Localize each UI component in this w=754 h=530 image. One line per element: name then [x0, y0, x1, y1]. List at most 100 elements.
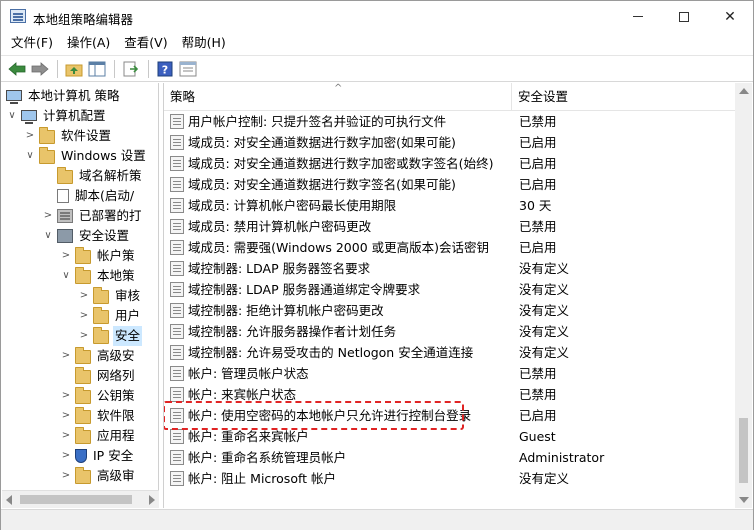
table-row[interactable]: 域控制器: LDAP 服务器通道绑定令牌要求 没有定义 [164, 279, 737, 300]
table-row[interactable]: 域成员: 禁用计算机帐户密码更改 已禁用 [164, 216, 737, 237]
up-folder-button[interactable] [63, 58, 85, 80]
status-bar [1, 509, 753, 530]
policy-icon [170, 450, 184, 465]
scroll-up-icon[interactable] [739, 88, 749, 94]
computer-icon [21, 109, 37, 124]
tree-item-security-options[interactable]: > 安全 [78, 326, 143, 346]
tree-item-user-rights[interactable]: > 用户 [78, 306, 142, 326]
folder-icon [57, 167, 73, 184]
tree-item-advanced-audit[interactable]: > 高级审 [60, 466, 137, 486]
tree-item-account-policies[interactable]: > 帐户策 [60, 246, 137, 266]
scrollbar-thumb[interactable] [739, 418, 748, 483]
console-tree[interactable]: 本地计算机 策略 ∨ 计算机配置 > 软件设置 ∨ Windows 设置 域名解… [2, 83, 159, 508]
table-row[interactable]: 帐户: 阻止 Microsoft 帐户 没有定义 [164, 468, 737, 489]
tree-item-software-settings[interactable]: > 软件设置 [24, 126, 113, 146]
table-row[interactable]: 帐户: 管理员帐户状态 已禁用 [164, 363, 737, 384]
menu-action[interactable]: 操作(A) [60, 32, 117, 54]
chevron-right-icon[interactable]: > [78, 306, 90, 326]
chevron-right-icon[interactable]: > [78, 286, 90, 306]
chevron-right-icon[interactable]: > [60, 466, 72, 486]
forward-button[interactable] [29, 58, 51, 80]
table-row[interactable]: 域成员: 对安全通道数据进行数字加密或数字签名(始终) 已启用 [164, 153, 737, 174]
close-button[interactable]: ✕ [707, 1, 753, 32]
tree-item-local-computer-policy[interactable]: 本地计算机 策略 [6, 86, 121, 106]
policy-setting: 30 天 [519, 198, 552, 213]
list-vertical-scrollbar[interactable] [735, 83, 752, 508]
tree-item-local-policies[interactable]: ∨ 本地策 [60, 266, 137, 286]
table-row[interactable]: 域成员: 对安全通道数据进行数字加密(如果可能) 已启用 [164, 132, 737, 153]
chevron-right-icon[interactable]: > [60, 406, 72, 426]
policy-setting: 已启用 [519, 240, 557, 255]
table-row[interactable]: 域控制器: 拒绝计算机帐户密码更改 没有定义 [164, 300, 737, 321]
chevron-right-icon[interactable]: > [60, 386, 72, 406]
scroll-left-icon[interactable] [6, 495, 12, 505]
scrollbar-thumb[interactable] [20, 495, 132, 504]
chevron-right-icon[interactable]: > [24, 126, 36, 146]
chevron-down-icon[interactable]: ∨ [60, 266, 72, 286]
policy-icon [170, 324, 184, 339]
tree-item-ip-security[interactable]: > IP 安全 [60, 446, 135, 466]
tree-item-windows-settings[interactable]: ∨ Windows 设置 [24, 146, 148, 166]
policy-list[interactable]: ^ 策略 安全设置 用户帐户控制: 只提升签名并验证的可执行文件 已禁用 域成员: … [163, 83, 753, 508]
table-row[interactable]: 域控制器: LDAP 服务器签名要求 没有定义 [164, 258, 737, 279]
policy-setting: Guest [519, 429, 556, 444]
back-button[interactable] [6, 58, 28, 80]
policy-name: 用户帐户控制: 只提升签名并验证的可执行文件 [188, 114, 447, 129]
menu-help[interactable]: 帮助(H) [175, 32, 233, 54]
table-row[interactable]: 域成员: 计算机帐户密码最长使用期限 30 天 [164, 195, 737, 216]
tree-item-audit-policy[interactable]: > 审核 [78, 286, 142, 306]
policy-name-cell: 域成员: 计算机帐户密码最长使用期限 [170, 195, 510, 216]
tree-item-public-key-policies[interactable]: > 公钥策 [60, 386, 137, 406]
chevron-right-icon[interactable]: > [60, 446, 72, 466]
column-header-security-setting[interactable]: 安全设置 [512, 83, 737, 111]
show-hide-tree-button[interactable] [86, 58, 108, 80]
policy-setting: 没有定义 [519, 471, 570, 486]
policy-icon [170, 366, 184, 381]
tree-item-application-control[interactable]: > 应用程 [60, 426, 137, 446]
table-row[interactable]: 帐户: 重命名系统管理员帐户 Administrator [164, 447, 737, 468]
policy-name: 域控制器: LDAP 服务器签名要求 [188, 261, 371, 276]
policy-name: 帐户: 重命名系统管理员帐户 [188, 450, 347, 465]
policy-name-cell: 帐户: 管理员帐户状态 [170, 363, 510, 384]
chevron-right-icon[interactable]: > [60, 426, 72, 446]
minimize-icon [633, 16, 643, 17]
chevron-right-icon[interactable]: > [60, 346, 72, 366]
minimize-button[interactable] [615, 1, 661, 32]
tree-item-network-list[interactable]: 网络列 [75, 366, 137, 386]
scroll-down-icon[interactable] [739, 497, 749, 503]
help-button[interactable]: ? [154, 58, 176, 80]
tree-item-advanced-firewall[interactable]: > 高级安 [60, 346, 137, 366]
policy-setting: 没有定义 [519, 282, 570, 297]
properties-button[interactable] [177, 58, 199, 80]
tree-item-software-restriction[interactable]: > 软件限 [60, 406, 137, 426]
tree-horizontal-scrollbar[interactable] [2, 490, 159, 508]
column-header-policy[interactable]: ^ 策略 [164, 83, 512, 111]
export-list-button[interactable] [120, 58, 142, 80]
tree-item-scripts[interactable]: 脚本(启动/ [57, 186, 136, 206]
scroll-right-icon[interactable] [149, 495, 155, 505]
policy-name: 域成员: 对安全通道数据进行数字加密或数字签名(始终) [188, 156, 494, 171]
table-row[interactable]: 用户帐户控制: 只提升签名并验证的可执行文件 已禁用 [164, 111, 737, 132]
policy-name-cell: 域控制器: 拒绝计算机帐户密码更改 [170, 300, 510, 321]
table-row[interactable]: 域成员: 对安全通道数据进行数字签名(如果可能) 已启用 [164, 174, 737, 195]
chevron-down-icon[interactable]: ∨ [6, 106, 18, 126]
tree-item-security-settings[interactable]: ∨ 安全设置 [42, 226, 131, 246]
maximize-button[interactable] [661, 1, 707, 32]
chevron-right-icon[interactable]: > [42, 206, 54, 226]
table-row[interactable]: 域控制器: 允许易受攻击的 Netlogon 安全通道连接 没有定义 [164, 342, 737, 363]
chevron-down-icon[interactable]: ∨ [24, 146, 36, 166]
chevron-right-icon[interactable]: > [60, 246, 72, 266]
menu-file[interactable]: 文件(F) [4, 32, 60, 54]
tree-item-name-resolution-policy[interactable]: 域名解析策 [57, 166, 144, 186]
table-row[interactable]: 域控制器: 允许服务器操作者计划任务 没有定义 [164, 321, 737, 342]
policy-icon [170, 282, 184, 297]
shield-icon [75, 449, 87, 463]
policy-name-cell: 帐户: 阻止 Microsoft 帐户 [170, 468, 510, 489]
tree-item-computer-config[interactable]: ∨ 计算机配置 [6, 106, 108, 126]
chevron-right-icon[interactable]: > [78, 326, 90, 346]
policy-name: 帐户: 阻止 Microsoft 帐户 [188, 471, 337, 486]
chevron-down-icon[interactable]: ∨ [42, 226, 54, 246]
tree-item-deployed-printers[interactable]: > 已部署的打 [42, 206, 144, 226]
menu-view[interactable]: 查看(V) [117, 32, 174, 54]
table-row[interactable]: 域成员: 需要强(Windows 2000 或更高版本)会话密钥 已启用 [164, 237, 737, 258]
